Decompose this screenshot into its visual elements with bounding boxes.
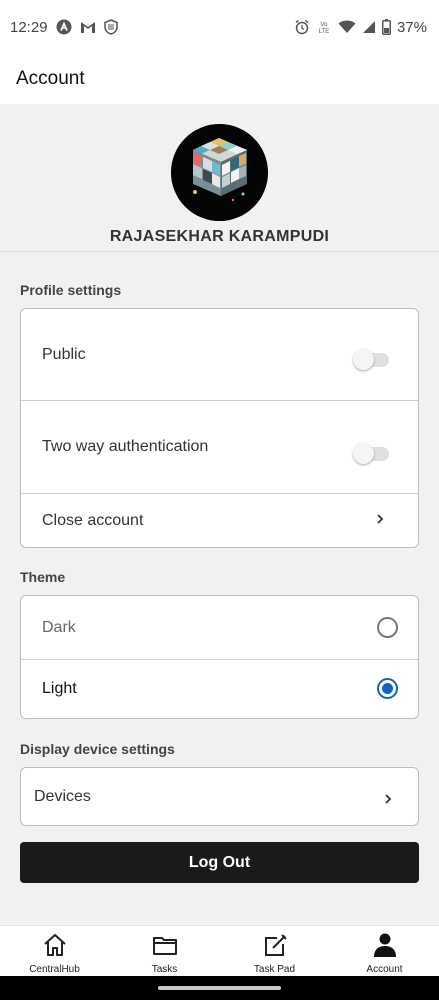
- profile-section: RAJASEKHAR KARAMPUDI: [0, 104, 439, 252]
- gesture-bar: [0, 976, 439, 1000]
- app-header: Account: [0, 54, 439, 104]
- nav-item-centralhub[interactable]: CentralHub: [0, 926, 109, 977]
- status-time: 12:29: [10, 18, 48, 36]
- signal-icon: [362, 20, 376, 34]
- shield-icon: [103, 19, 118, 35]
- battery-percent: 37%: [396, 18, 427, 36]
- app-a-icon: [56, 19, 72, 35]
- alarm-icon: [294, 19, 310, 35]
- devices-row[interactable]: Devices: [21, 768, 418, 825]
- device-settings-label: Display device settings: [20, 741, 175, 757]
- nav-label: Tasks: [151, 964, 178, 975]
- home-gesture-pill[interactable]: [158, 986, 281, 990]
- status-bar: 12:29 Vo LTE 37%: [0, 0, 439, 54]
- theme-dark-label: Dark: [42, 618, 76, 636]
- toggle-knob: [353, 349, 374, 370]
- home-icon: [41, 932, 69, 958]
- chevron-right-icon: [375, 510, 385, 531]
- folder-icon: [151, 932, 179, 958]
- bottom-nav: CentralHub Tasks Task Pad Account: [0, 925, 439, 976]
- devices-label: Devices: [34, 787, 91, 805]
- theme-option-light[interactable]: Light: [21, 660, 418, 718]
- profile-settings-label: Profile settings: [20, 282, 122, 298]
- nav-item-tasks[interactable]: Tasks: [110, 926, 219, 977]
- profile-settings-card: Public Two way authentication Close acco…: [20, 308, 419, 548]
- theme-option-dark[interactable]: Dark: [21, 596, 418, 659]
- battery-icon: [381, 19, 391, 35]
- nav-label: CentralHub: [29, 964, 80, 975]
- nav-label: Account: [366, 964, 403, 975]
- two-way-auth-label: Two way authentication: [42, 438, 209, 455]
- two-way-auth-toggle[interactable]: [353, 443, 389, 464]
- nav-label: Task Pad: [253, 964, 296, 975]
- user-name: RAJASEKHAR KARAMPUDI: [109, 228, 330, 245]
- status-left: 12:29: [10, 19, 118, 36]
- devices-card[interactable]: Devices: [20, 767, 419, 826]
- theme-label: Theme: [20, 569, 66, 585]
- page-title: Account: [16, 68, 85, 89]
- svg-text:Vo: Vo: [320, 22, 328, 28]
- nav-item-task-pad[interactable]: Task Pad: [220, 926, 329, 977]
- theme-light-label: Light: [42, 680, 77, 697]
- avatar[interactable]: [171, 124, 268, 221]
- dark-radio[interactable]: [377, 617, 398, 638]
- nav-item-account[interactable]: Account: [330, 926, 439, 977]
- gmail-icon: [80, 20, 96, 34]
- public-toggle[interactable]: [353, 349, 389, 370]
- public-label: Public: [42, 345, 86, 363]
- light-radio[interactable]: [377, 678, 398, 699]
- edit-icon: [261, 932, 289, 958]
- public-row[interactable]: Public: [21, 309, 418, 400]
- svg-text:LTE: LTE: [319, 29, 330, 35]
- toggle-knob: [353, 443, 374, 464]
- chevron-right-icon: [383, 790, 393, 811]
- wifi-icon: [338, 20, 356, 34]
- close-account-label: Close account: [42, 511, 144, 529]
- person-icon: [371, 932, 399, 958]
- logout-button[interactable]: Log Out: [20, 842, 419, 883]
- close-account-row[interactable]: Close account: [21, 494, 418, 547]
- rubiks-cube-avatar: [171, 124, 268, 221]
- two-way-auth-row[interactable]: Two way authentication: [21, 401, 418, 493]
- theme-card: Dark Light: [20, 595, 419, 719]
- volte-icon: Vo LTE: [316, 19, 332, 35]
- status-right: Vo LTE 37%: [294, 19, 427, 36]
